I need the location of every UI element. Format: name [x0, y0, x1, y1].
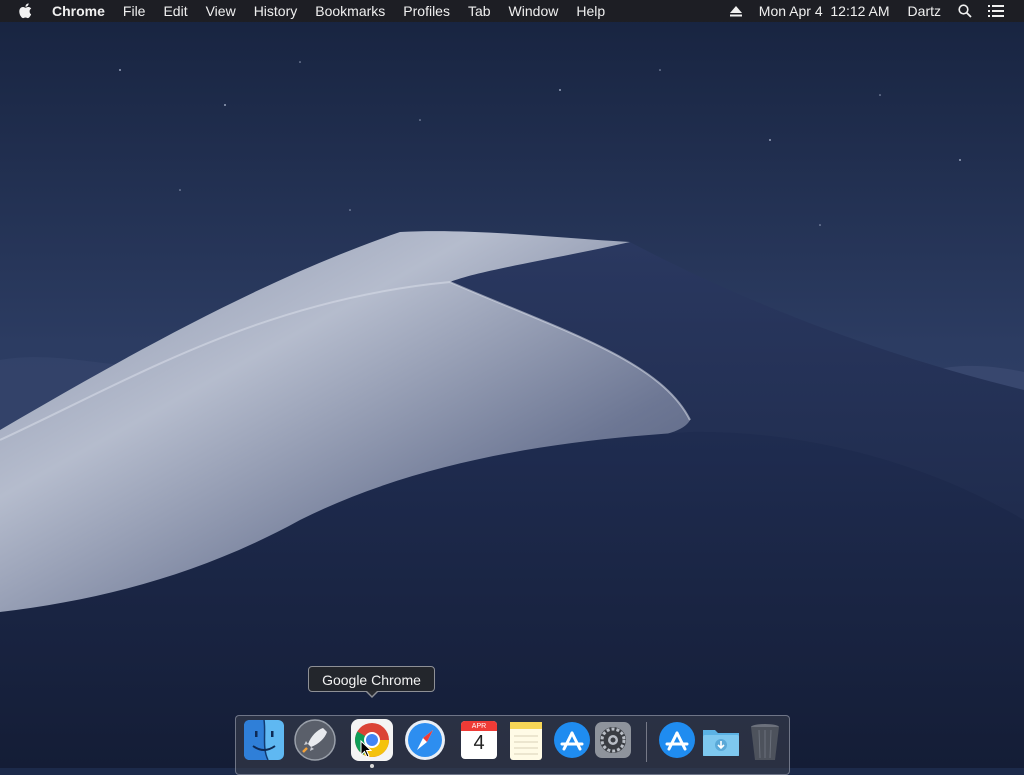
menu-bar-left: Chrome File Edit View History Bookmarks … [0, 0, 614, 22]
safari-icon[interactable] [403, 718, 447, 762]
running-indicator-dot [370, 764, 374, 768]
apple-icon[interactable] [19, 2, 35, 20]
menu-clock[interactable]: Mon Apr 4 12:12 AM [750, 0, 899, 22]
calendar-day: 4 [473, 732, 485, 754]
menu-help[interactable]: Help [567, 0, 614, 22]
spotlight-search-icon[interactable] [950, 0, 980, 22]
mouse-cursor-icon [360, 739, 373, 763]
finder-icon[interactable] [242, 718, 286, 762]
dock-separator [646, 722, 647, 762]
menu-edit[interactable]: Edit [154, 0, 196, 22]
notification-center-icon[interactable] [980, 0, 1024, 22]
dock-tooltip: Google Chrome [308, 666, 435, 698]
notes-icon[interactable] [504, 718, 548, 762]
google-chrome-icon[interactable] [350, 718, 394, 762]
desktop-wallpaper [0, 0, 1024, 768]
system-preferences-icon[interactable] [591, 718, 635, 762]
app-store-icon-2[interactable] [655, 718, 699, 762]
menu-bookmarks[interactable]: Bookmarks [306, 0, 394, 22]
launchpad-icon[interactable] [293, 718, 337, 762]
eject-icon[interactable] [722, 0, 750, 22]
menu-user[interactable]: Dartz [899, 0, 950, 22]
calendar-icon[interactable]: APR 4 [457, 718, 501, 762]
menu-tab[interactable]: Tab [459, 0, 500, 22]
menu-app-chrome[interactable]: Chrome [43, 0, 114, 22]
dock: APR 4 [235, 715, 790, 775]
menu-file[interactable]: File [114, 0, 155, 22]
menu-profiles[interactable]: Profiles [394, 0, 459, 22]
downloads-folder-icon[interactable] [699, 718, 743, 762]
menu-bar: Chrome File Edit View History Bookmarks … [0, 0, 1024, 22]
app-store-icon[interactable] [550, 718, 594, 762]
calendar-month: APR [471, 723, 487, 730]
trash-icon[interactable] [743, 718, 787, 762]
menu-history[interactable]: History [245, 0, 307, 22]
menu-bar-right: Mon Apr 4 12:12 AM Dartz [722, 0, 1024, 22]
menu-window[interactable]: Window [500, 0, 568, 22]
menu-view[interactable]: View [197, 0, 245, 22]
